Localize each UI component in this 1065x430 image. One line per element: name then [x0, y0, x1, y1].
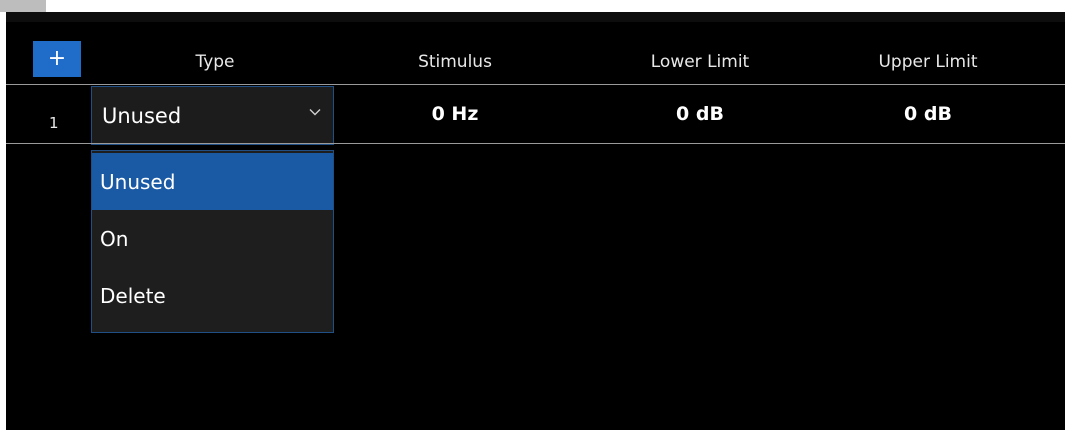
header-separator — [6, 84, 1065, 85]
upper-limit-cell[interactable]: 0 dB — [858, 103, 998, 125]
dropdown-option-delete[interactable]: Delete — [92, 267, 333, 324]
stimulus-cell[interactable]: 0 Hz — [395, 103, 515, 125]
type-dropdown-list: Unused On Delete — [91, 150, 334, 333]
row-index: 1 — [49, 114, 59, 132]
dropdown-option-on[interactable]: On — [92, 210, 333, 267]
chevron-down-icon — [309, 109, 321, 116]
column-header-stimulus: Stimulus — [418, 52, 492, 72]
column-header-type: Type — [195, 52, 235, 72]
limit-table-window: + Type Stimulus Lower Limit Upper Limit … — [0, 0, 1065, 430]
lower-limit-cell[interactable]: 0 dB — [630, 103, 770, 125]
dropdown-option-unused[interactable]: Unused — [92, 153, 333, 210]
dropdown-option-label: Unused — [100, 170, 176, 194]
column-header-lower-limit: Lower Limit — [650, 52, 750, 72]
panel-top-border — [6, 12, 1065, 22]
column-header-upper-limit: Upper Limit — [878, 52, 978, 72]
add-row-button[interactable]: + — [33, 41, 81, 77]
row-separator — [6, 143, 1065, 144]
type-select[interactable]: Unused — [91, 86, 334, 145]
dropdown-option-label: On — [100, 227, 129, 251]
window-top-strip — [0, 0, 1065, 12]
window-top-tab — [0, 0, 46, 12]
plus-icon: + — [47, 46, 67, 71]
type-select-value: Unused — [102, 104, 182, 128]
dropdown-option-label: Delete — [100, 284, 166, 308]
